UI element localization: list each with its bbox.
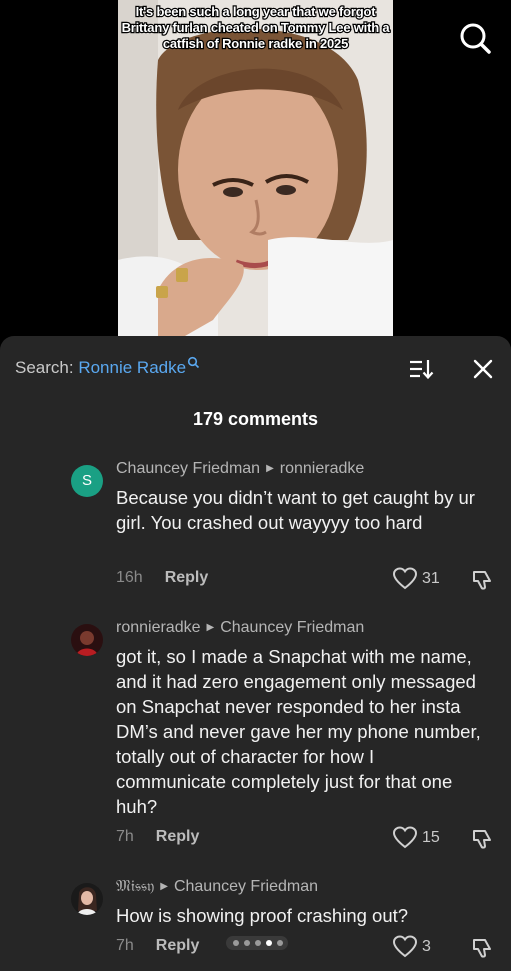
comment-text: got it, so I made a Snapchat with me nam… bbox=[116, 646, 481, 817]
heart-icon bbox=[392, 935, 418, 958]
avatar[interactable]: S bbox=[71, 465, 103, 497]
close-icon[interactable] bbox=[472, 358, 494, 380]
avatar-image bbox=[71, 624, 103, 656]
video-player[interactable]: It's been such a long year that we forgo… bbox=[0, 0, 511, 340]
reply-to-user[interactable]: Chauncey Friedman bbox=[174, 878, 318, 895]
like-count: 3 bbox=[422, 938, 431, 955]
like-count: 15 bbox=[422, 829, 440, 846]
dislike-icon[interactable] bbox=[470, 827, 494, 851]
comment-meta: 7h Reply bbox=[116, 828, 199, 846]
page-indicator bbox=[226, 936, 288, 950]
reply-to-user[interactable]: ronnieradke bbox=[280, 460, 365, 477]
like-button[interactable]: 3 bbox=[392, 935, 452, 959]
heart-icon bbox=[392, 567, 418, 590]
comment-meta: 7h Reply bbox=[116, 937, 199, 955]
comment-author[interactable]: 𝔐𝔦𝔰𝔰𝔶 bbox=[116, 878, 154, 895]
comment-time: 7h bbox=[116, 828, 134, 845]
search-icon[interactable] bbox=[455, 18, 495, 58]
avatar[interactable] bbox=[71, 624, 103, 656]
avatar[interactable] bbox=[71, 883, 103, 915]
reply-button[interactable]: Reply bbox=[165, 569, 209, 586]
reply-button[interactable]: Reply bbox=[156, 828, 200, 845]
comment-author-line: ronnieradke ▶ Chauncey Friedman bbox=[116, 619, 364, 637]
like-button[interactable]: 15 bbox=[392, 826, 452, 850]
dislike-icon[interactable] bbox=[470, 936, 494, 960]
search-term-link[interactable]: Ronnie Radke bbox=[78, 358, 186, 377]
page-dot bbox=[255, 940, 261, 946]
page-dot bbox=[266, 940, 272, 946]
search-suggestion[interactable]: Search: Ronnie Radke bbox=[15, 356, 200, 378]
comments-sheet: Search: Ronnie Radke 179 comments S Chau… bbox=[0, 336, 511, 971]
reply-button[interactable]: Reply bbox=[156, 937, 200, 954]
video-frame: It's been such a long year that we forgo… bbox=[118, 0, 393, 340]
search-label: Search: bbox=[15, 358, 74, 377]
page-dot bbox=[233, 940, 239, 946]
like-count: 31 bbox=[422, 570, 440, 587]
like-button[interactable]: 31 bbox=[392, 567, 452, 591]
comment-meta: 16h Reply bbox=[116, 569, 208, 587]
comment-author-line: 𝔐𝔦𝔰𝔰𝔶 ▶ Chauncey Friedman bbox=[116, 878, 318, 896]
avatar-image bbox=[71, 883, 103, 915]
comment-count: 179 comments bbox=[192, 409, 319, 429]
comment-time: 16h bbox=[116, 569, 143, 586]
comment-text: Because you didn’t want to get caught by… bbox=[116, 487, 475, 533]
reply-to-user[interactable]: Chauncey Friedman bbox=[220, 619, 364, 636]
comment-author[interactable]: ronnieradke bbox=[116, 619, 201, 636]
page-dot bbox=[277, 940, 283, 946]
reply-arrow-icon: ▶ bbox=[266, 463, 274, 474]
comment-author-line: Chauncey Friedman ▶ ronnieradke bbox=[116, 460, 364, 478]
reply-arrow-icon: ▶ bbox=[160, 881, 168, 892]
search-term-icon bbox=[187, 356, 200, 369]
page-dot bbox=[244, 940, 250, 946]
comment-time: 7h bbox=[116, 937, 134, 954]
reply-arrow-icon: ▶ bbox=[206, 622, 215, 633]
heart-icon bbox=[392, 826, 418, 849]
dislike-icon[interactable] bbox=[470, 568, 494, 592]
video-caption: It's been such a long year that we forgo… bbox=[120, 3, 390, 52]
comment-author[interactable]: Chauncey Friedman bbox=[116, 460, 260, 477]
comment-text: How is showing proof crashing out? bbox=[116, 905, 409, 926]
sort-icon[interactable] bbox=[408, 358, 434, 380]
